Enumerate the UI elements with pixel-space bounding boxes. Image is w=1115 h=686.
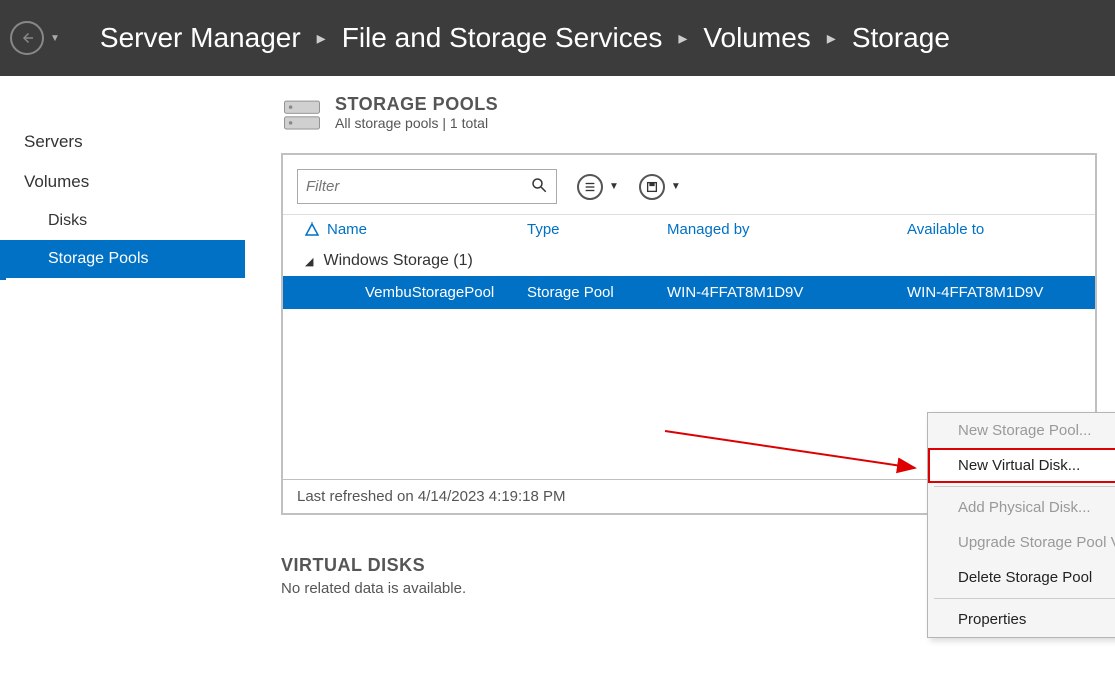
breadcrumb-item[interactable]: Storage [852, 22, 950, 54]
back-button[interactable] [10, 21, 44, 55]
list-view-icon[interactable] [577, 174, 603, 200]
chevron-right-icon: ▸ [317, 28, 326, 49]
chevron-down-icon[interactable]: ▼ [609, 181, 619, 192]
virtual-disks-title: VIRTUAL DISKS [281, 555, 466, 576]
row-available-to: WIN-4FFAT8M1D9V [907, 284, 1077, 301]
sidebar-item-disks[interactable]: Disks [0, 202, 245, 240]
ctx-delete-pool[interactable]: Delete Storage Pool [928, 560, 1115, 595]
ctx-upgrade-version[interactable]: Upgrade Storage Pool Version [928, 525, 1115, 560]
title-bar: ▼ Server Manager ▸ File and Storage Serv… [0, 0, 1115, 76]
breadcrumb-item[interactable]: File and Storage Services [342, 22, 663, 54]
menu-separator [934, 486, 1115, 487]
group-row[interactable]: ◢ Windows Storage (1) [283, 246, 1095, 276]
menu-separator [934, 598, 1115, 599]
sidebar-item-storage-pools[interactable]: Storage Pools [0, 240, 245, 278]
storage-pools-title: STORAGE POOLS [335, 94, 498, 115]
storage-pools-subtitle: All storage pools | 1 total [335, 115, 498, 131]
row-name: VembuStoragePool [327, 284, 527, 301]
filter-input[interactable] [306, 178, 530, 195]
chevron-down-icon[interactable]: ▼ [671, 181, 681, 192]
storage-pools-icon [281, 94, 323, 139]
sidebar: Servers Volumes Disks Storage Pools [0, 76, 245, 686]
ctx-add-physical-disk[interactable]: Add Physical Disk... [928, 490, 1115, 525]
annotation-arrow [665, 426, 925, 489]
column-name[interactable]: Name [327, 221, 527, 238]
row-type: Storage Pool [527, 284, 667, 301]
group-label: Windows Storage (1) [323, 252, 472, 270]
sidebar-item-volumes[interactable]: Volumes [0, 162, 245, 202]
ctx-new-virtual-disk[interactable]: New Virtual Disk... [928, 448, 1115, 483]
column-managed-by[interactable]: Managed by [667, 221, 907, 238]
warning-column-icon[interactable] [297, 221, 327, 238]
back-dropdown-icon[interactable]: ▼ [50, 33, 60, 44]
breadcrumb: Server Manager ▸ File and Storage Servic… [100, 22, 950, 54]
collapse-icon[interactable]: ◢ [305, 255, 313, 268]
ctx-properties[interactable]: Properties [928, 602, 1115, 637]
column-available-to[interactable]: Available to [907, 221, 1077, 238]
virtual-disks-subtitle: No related data is available. [281, 580, 466, 597]
save-view-icon[interactable] [639, 174, 665, 200]
row-managed-by: WIN-4FFAT8M1D9V [667, 284, 907, 301]
filter-box[interactable] [297, 169, 557, 204]
breadcrumb-item[interactable]: Server Manager [100, 22, 301, 54]
breadcrumb-item[interactable]: Volumes [703, 22, 810, 54]
context-menu: New Storage Pool... New Virtual Disk... … [927, 412, 1115, 638]
chevron-right-icon: ▸ [827, 28, 836, 49]
column-type[interactable]: Type [527, 221, 667, 238]
storage-pool-row[interactable]: VembuStoragePool Storage Pool WIN-4FFAT8… [283, 276, 1095, 309]
search-icon[interactable] [530, 176, 548, 197]
ctx-new-storage-pool[interactable]: New Storage Pool... [928, 413, 1115, 448]
chevron-right-icon: ▸ [678, 28, 687, 49]
sidebar-item-servers[interactable]: Servers [0, 122, 245, 162]
